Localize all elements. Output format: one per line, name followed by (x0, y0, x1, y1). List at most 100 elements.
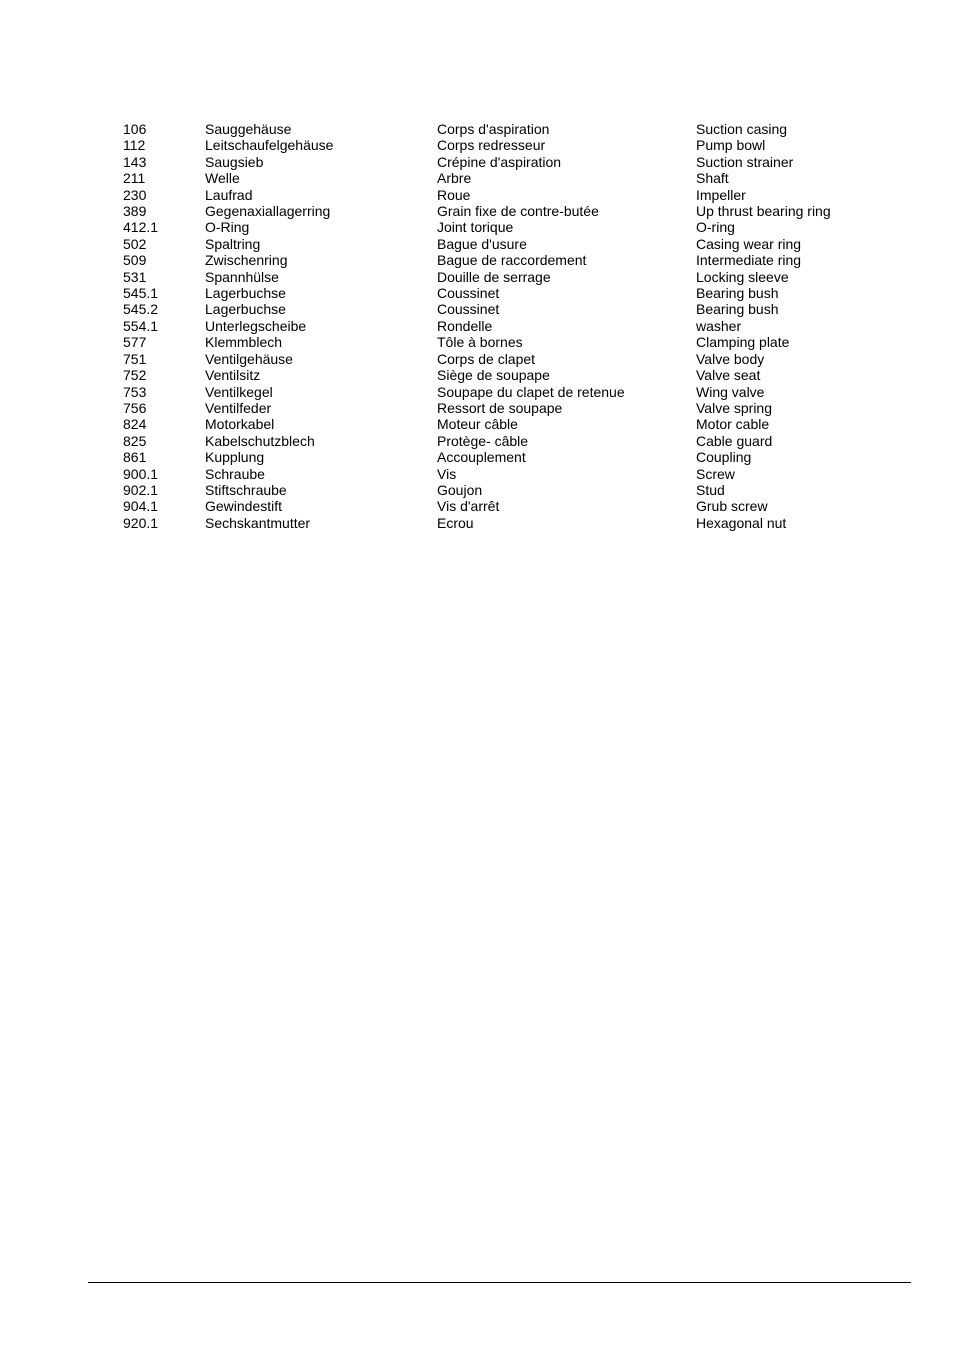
part-name-english: Intermediate ring (696, 252, 802, 269)
parts-row: 902.1 Stiftschraube Goujon Stud (123, 482, 896, 498)
part-name-french: Protège- câble (437, 432, 529, 449)
part-name-english: Hexagonal nut (696, 514, 787, 531)
parts-row: 509 Zwischenring Bague de raccordement Inte… (123, 252, 896, 268)
part-name-german: Welle (205, 170, 240, 187)
parts-row: 825 Kabelschutzblech Protège- câble Cable g… (123, 433, 896, 449)
part-name-german: Ventilfeder (205, 399, 272, 416)
part-name-german: Unterlegscheibe (205, 317, 307, 334)
part-number: 389 (123, 203, 147, 220)
part-name-english: Suction strainer (696, 153, 794, 170)
part-name-german: Sechskantmutter (205, 514, 311, 531)
part-number: 824 (123, 416, 147, 433)
part-name-english: Locking sleeve (696, 268, 789, 285)
part-name-german: Kupplung (205, 449, 265, 466)
part-name-english: Valve seat (696, 367, 761, 384)
parts-row: 502 Spaltring Bague d'usure Casing wear rin… (123, 236, 896, 252)
parts-row: 545.1 Lagerbuchse Coussinet Bearing bush (123, 285, 896, 301)
parts-row: 389 Gegenaxiallagerring Grain fixe de cont… (123, 203, 896, 219)
part-name-german: Ventilsitz (205, 367, 261, 384)
part-name-english: Clamping plate (696, 334, 790, 351)
parts-list-body: 106 Sauggehäuse Corps d'aspiration Suction … (123, 121, 896, 531)
part-number: 509 (123, 252, 147, 269)
part-name-english: Bearing bush (696, 301, 779, 318)
parts-row: 904.1 Gewindestift Vis d'arrêt Grub screw (123, 498, 896, 514)
part-name-english: Valve body (696, 350, 765, 367)
part-name-english: washer (696, 317, 742, 334)
part-number: 577 (123, 334, 147, 351)
part-number: 143 (123, 153, 147, 170)
part-name-english: Casing wear ring (696, 235, 802, 252)
part-name-french: Ecrou (437, 514, 474, 531)
part-number: 861 (123, 449, 147, 466)
part-number: 412.1 (123, 219, 159, 236)
part-name-english: Screw (696, 465, 735, 482)
part-name-english: Bearing bush (696, 285, 779, 302)
part-number: 106 (123, 121, 147, 137)
part-name-french: Joint torique (437, 219, 514, 236)
part-name-english: Stud (696, 481, 725, 498)
part-name-french: Crépine d'aspiration (437, 153, 562, 170)
part-name-french: Tôle à bornes (437, 334, 523, 351)
part-number: 825 (123, 432, 147, 449)
part-name-french: Bague d'usure (437, 235, 527, 252)
part-name-german: Lagerbuchse (205, 285, 286, 302)
part-name-english: Cable guard (696, 432, 773, 449)
parts-row: 554.1 Unterlegscheibe Rondelle washer (123, 318, 896, 334)
part-name-french: Coussinet (437, 285, 500, 302)
part-number: 753 (123, 383, 147, 400)
part-name-french: Corps redresseur (437, 137, 546, 154)
parts-row: 756 Ventilfeder Ressort de soupape Valve sp… (123, 400, 896, 416)
part-name-french: Goujon (437, 481, 483, 498)
part-name-german: Sauggehäuse (205, 121, 292, 137)
part-name-german: Motorkabel (205, 416, 275, 433)
part-name-german: Laufrad (205, 186, 253, 203)
parts-row: 753 Ventilkegel Soupape du clapet de reten… (123, 384, 896, 400)
parts-row: 920.1 Sechskantmutter Ecrou Hexagonal nut (123, 515, 896, 531)
part-name-german: Gegenaxiallagerring (205, 203, 331, 220)
part-name-french: Arbre (437, 170, 472, 187)
part-name-german: Zwischenring (205, 252, 288, 269)
part-number: 211 (123, 170, 146, 187)
part-name-english: Coupling (696, 449, 752, 466)
part-name-french: Corps de clapet (437, 350, 536, 367)
part-name-english: Up thrust bearing ring (696, 203, 831, 220)
part-name-french: Accouplement (437, 449, 526, 466)
part-name-german: Schraube (205, 465, 265, 482)
part-name-french: Coussinet (437, 301, 500, 318)
part-number: 904.1 (123, 498, 159, 515)
part-name-french: Vis (437, 465, 457, 482)
part-name-english: Pump bowl (696, 137, 766, 154)
part-number: 900.1 (123, 465, 159, 482)
parts-row: 112 Leitschaufelgehäuse Corps redresseur Pu… (123, 137, 896, 153)
part-name-german: Ventilkegel (205, 383, 273, 400)
parts-row: 861 Kupplung Accouplement Coupling (123, 449, 896, 465)
part-number: 920.1 (123, 514, 159, 531)
part-name-english: O-ring (696, 219, 735, 236)
footer-rule (88, 1282, 911, 1283)
part-number: 756 (123, 399, 147, 416)
part-number: 112 (123, 137, 146, 154)
part-name-german: Spannhülse (205, 268, 279, 285)
part-name-french: Moteur câble (437, 416, 518, 433)
part-name-german: Kabelschutzblech (205, 432, 315, 449)
part-name-german: Saugsieb (205, 153, 264, 170)
part-name-french: Soupape du clapet de retenue (437, 383, 625, 400)
part-number: 531 (123, 268, 147, 285)
part-number: 902.1 (123, 481, 159, 498)
parts-row: 577 Klemmblech Tôle à bornes Clamping plate (123, 334, 896, 350)
parts-row: 545.2 Lagerbuchse Coussinet Bearing bush (123, 301, 896, 317)
part-name-english: Wing valve (696, 383, 765, 400)
part-number: 502 (123, 235, 147, 252)
part-name-german: Gewindestift (205, 498, 283, 515)
part-number: 545.2 (123, 301, 159, 318)
parts-row: 752 Ventilsitz Siège de soupape Valve seat (123, 367, 896, 383)
part-name-english: Grub screw (696, 498, 768, 515)
parts-row: 900.1 Schraube Vis Screw (123, 466, 896, 482)
part-name-french: Douille de serrage (437, 268, 551, 285)
part-number: 751 (123, 350, 147, 367)
part-name-english: Shaft (696, 170, 729, 187)
part-name-english: Valve spring (696, 399, 773, 416)
parts-row: 211 Welle Arbre Shaft (123, 170, 896, 186)
part-number: 230 (123, 186, 147, 203)
part-number: 545.1 (123, 285, 159, 302)
